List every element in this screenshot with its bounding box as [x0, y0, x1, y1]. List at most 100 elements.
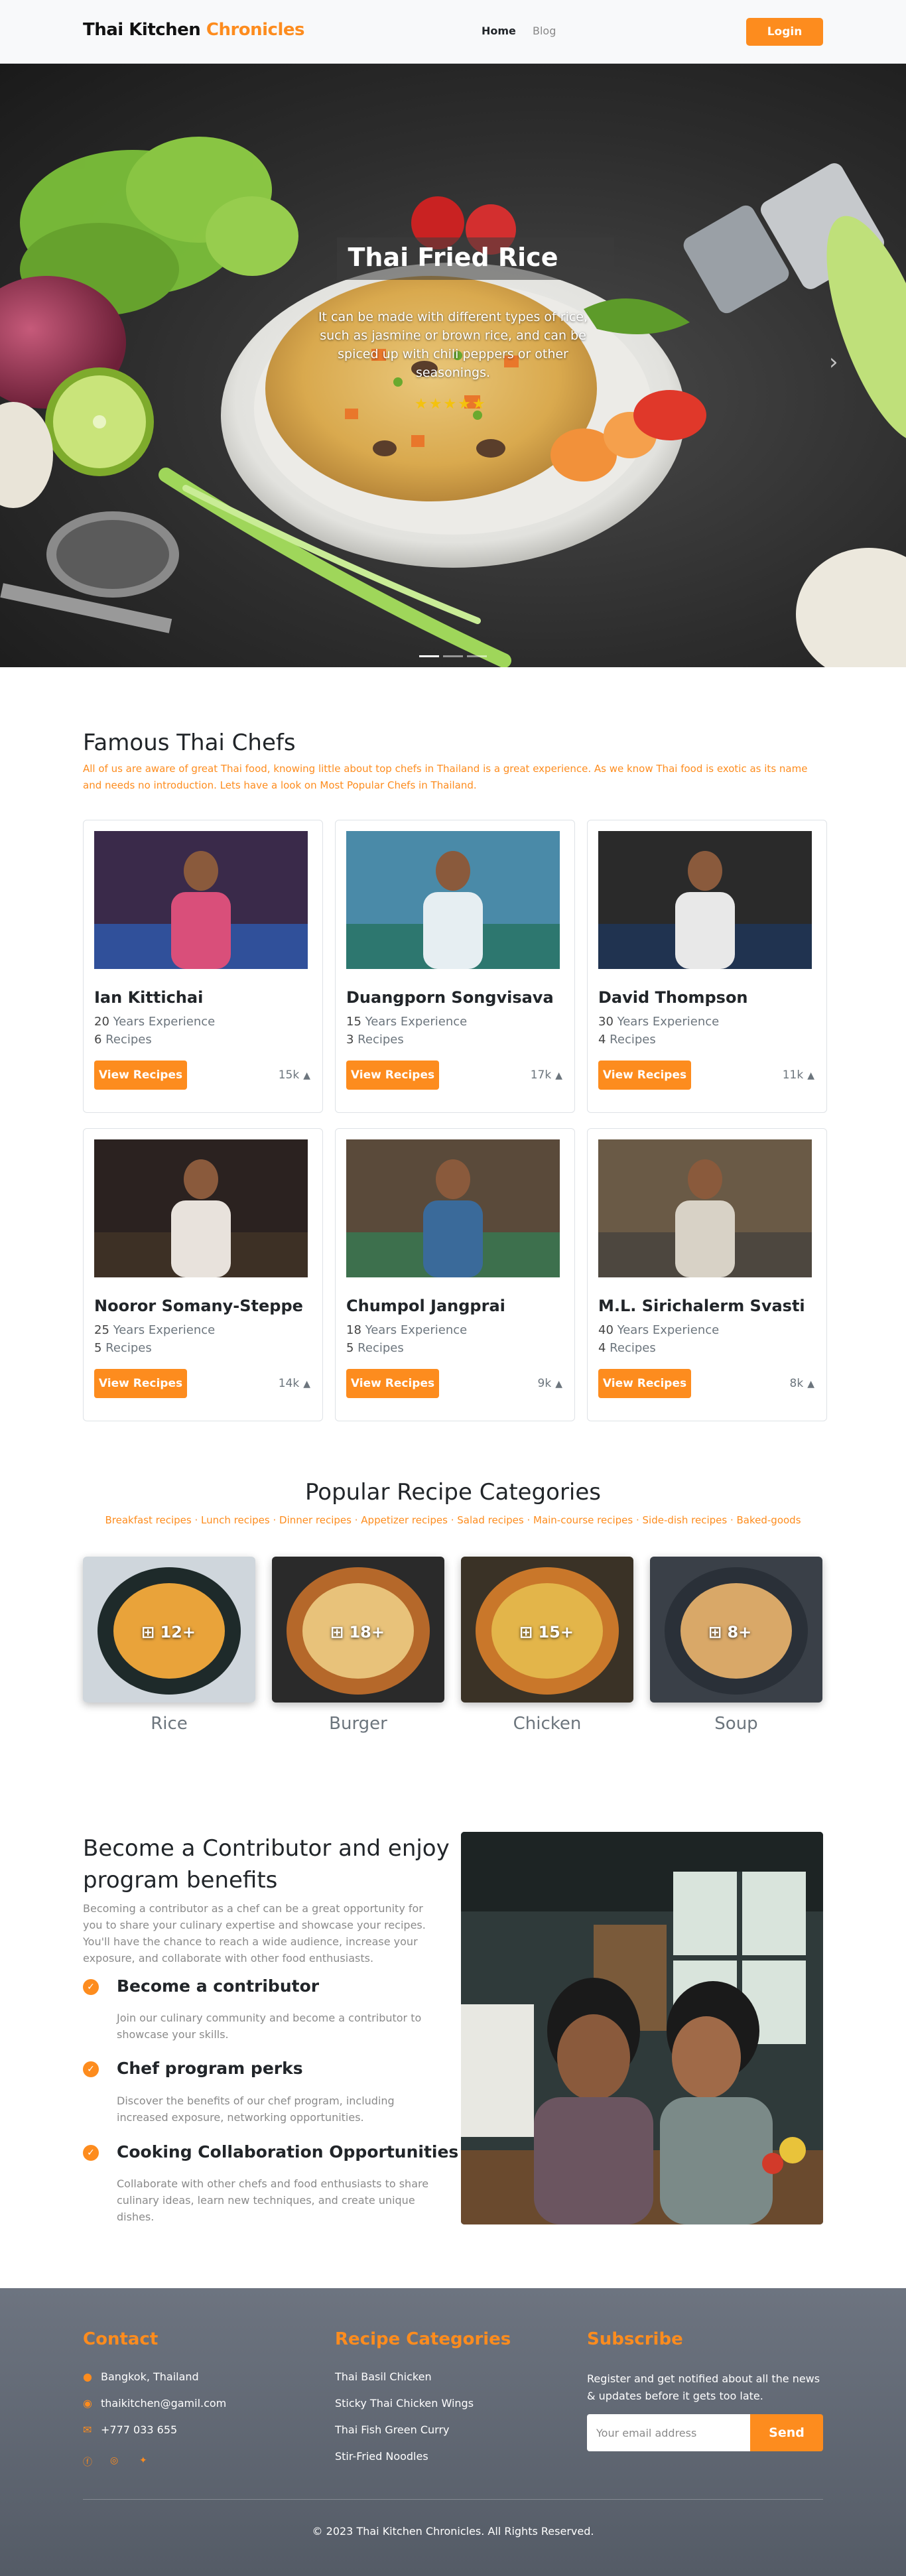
chef-recipe-count: 4: [598, 1341, 606, 1355]
chef-card: Nooror Somany-Steppe 25 Years Experience 5…: [83, 1128, 323, 1421]
chef-likes[interactable]: 17k ▲: [531, 1068, 562, 1082]
view-recipes-button[interactable]: View Recipes: [598, 1061, 691, 1090]
chef-likes[interactable]: 8k ▲: [790, 1377, 814, 1390]
years-suffix: Years Experience: [613, 1323, 720, 1337]
category-link[interactable]: Dinner recipes: [279, 1514, 352, 1526]
facebook-icon[interactable]: ⓕ: [83, 2455, 92, 2469]
chevron-right-icon[interactable]: ›: [829, 349, 838, 375]
check-circle-icon: ✓: [83, 2145, 99, 2161]
footer-phone[interactable]: +777 033 655: [101, 2423, 177, 2436]
category-name[interactable]: Chicken: [461, 1714, 633, 1734]
category-link[interactable]: Appetizer recipes: [361, 1514, 448, 1526]
category-name[interactable]: Rice: [83, 1714, 255, 1734]
category-card[interactable]: ⊞ 12+: [83, 1557, 255, 1703]
chef-experience: 40 Years Experience: [598, 1323, 719, 1337]
chef-recipe-count: 6: [94, 1033, 102, 1047]
years-suffix: Years Experience: [109, 1015, 216, 1029]
view-recipes-button[interactable]: View Recipes: [346, 1369, 439, 1398]
category-link[interactable]: Side-dish recipes: [643, 1514, 728, 1526]
category-card[interactable]: ⊞ 18+: [272, 1557, 444, 1703]
carousel-indicator-1[interactable]: [419, 655, 439, 657]
category-link[interactable]: Lunch recipes: [201, 1514, 270, 1526]
view-recipes-button[interactable]: View Recipes: [94, 1061, 187, 1090]
chef-experience: 15 Years Experience: [346, 1015, 467, 1029]
chef-recipe-count: 5: [94, 1341, 102, 1355]
chef-like-count: 17k: [530, 1068, 552, 1082]
carousel-indicator-2[interactable]: [443, 655, 463, 657]
benefit-description: Discover the benefits of our chef progra…: [117, 2094, 395, 2124]
category-card[interactable]: ⊞ 15+: [461, 1557, 633, 1703]
chef-photo: [598, 831, 812, 969]
brand-logo[interactable]: Thai Kitchen Chronicles: [83, 20, 305, 40]
category-name[interactable]: Soup: [650, 1714, 822, 1734]
thumbs-up-icon: ▲: [555, 1070, 562, 1081]
category-name[interactable]: Burger: [272, 1714, 444, 1734]
chef-likes[interactable]: 14k ▲: [279, 1377, 310, 1390]
category-link[interactable]: Breakfast recipes: [105, 1514, 191, 1526]
carousel-indicator-3[interactable]: [467, 655, 487, 657]
chef-recipes: 3 Recipes: [346, 1033, 404, 1047]
recipes-suffix: Recipes: [101, 1341, 152, 1355]
grid-icon: ⊞: [519, 1623, 539, 1642]
twitter-icon[interactable]: ✦: [139, 2455, 147, 2466]
carousel-indicators: [419, 647, 491, 660]
chef-years: 20: [94, 1015, 109, 1029]
contributor-photo: [461, 1832, 823, 2224]
category-count: 12+: [160, 1623, 196, 1642]
view-recipes-button[interactable]: View Recipes: [346, 1061, 439, 1090]
chef-card: Ian Kittichai 20 Years Experience 6 Recipe…: [83, 820, 323, 1113]
view-recipes-button[interactable]: View Recipes: [598, 1369, 691, 1398]
chef-experience: 30 Years Experience: [598, 1015, 719, 1029]
grid-icon: ⊞: [708, 1623, 728, 1642]
check-circle-icon: ✓: [83, 1979, 99, 1995]
chef-likes[interactable]: 11k ▲: [783, 1068, 814, 1082]
thumbs-up-icon: ▲: [303, 1070, 310, 1081]
category-link[interactable]: Main-course recipes: [533, 1514, 633, 1526]
chef-photo: [346, 1139, 560, 1277]
chef-likes[interactable]: 9k ▲: [538, 1377, 562, 1390]
chef-photo: [598, 1139, 812, 1277]
footer-category-link[interactable]: Thai Fish Green Curry: [335, 2423, 450, 2436]
chef-name: Chumpol Jangprai: [346, 1297, 505, 1315]
chef-name: David Thompson: [598, 988, 748, 1007]
nav-link-home[interactable]: Home: [482, 25, 516, 37]
chef-recipe-count: 4: [598, 1033, 606, 1047]
footer-categories-title: Recipe Categories: [335, 2329, 511, 2349]
benefit-title: Become a contributor: [117, 1976, 320, 1996]
category-links: Breakfast recipes · Lunch recipes · Dinn…: [83, 1514, 823, 1526]
login-button[interactable]: Login: [746, 18, 823, 46]
chef-likes[interactable]: 15k ▲: [279, 1068, 310, 1082]
subscribe-send-button[interactable]: Send: [750, 2414, 823, 2451]
category-link-separator: ·: [191, 1514, 202, 1526]
years-suffix: Years Experience: [361, 1015, 468, 1029]
footer-email[interactable]: thaikitchen@gamil.com: [101, 2397, 226, 2410]
footer-category-link[interactable]: Sticky Thai Chicken Wings: [335, 2397, 474, 2410]
chef-photo: [94, 831, 308, 969]
category-link[interactable]: Baked-goods: [737, 1514, 801, 1526]
chef-like-count: 9k: [537, 1377, 552, 1390]
chef-name: Duangporn Songvisava: [346, 988, 554, 1007]
category-link-separator: ·: [523, 1514, 533, 1526]
footer-category-link[interactable]: Stir-Fried Noodles: [335, 2450, 428, 2463]
category-link[interactable]: Salad recipes: [457, 1514, 523, 1526]
instagram-icon[interactable]: ◎: [110, 2455, 118, 2466]
footer-category-link[interactable]: Thai Basil Chicken: [335, 2370, 432, 2383]
chef-card: Duangporn Songvisava 15 Years Experience 3…: [335, 820, 575, 1113]
view-recipes-button[interactable]: View Recipes: [94, 1369, 187, 1398]
chef-name: M.L. Sirichalerm Svasti: [598, 1297, 805, 1315]
chef-photo: [346, 831, 560, 969]
nav-link-blog[interactable]: Blog: [533, 25, 556, 37]
category-card[interactable]: ⊞ 8+: [650, 1557, 822, 1703]
chef-recipes: 5 Recipes: [94, 1341, 152, 1355]
years-suffix: Years Experience: [361, 1323, 468, 1337]
chef-recipes: 4 Recipes: [598, 1341, 656, 1355]
subscribe-text: Register and get notified about all the …: [587, 2372, 820, 2402]
categories-section-title: Popular Recipe Categories: [304, 1479, 602, 1506]
years-suffix: Years Experience: [109, 1323, 216, 1337]
subscribe-email-input[interactable]: [587, 2414, 750, 2451]
category-count-badge: ⊞ 18+: [330, 1623, 385, 1642]
category-link-separator: ·: [727, 1514, 737, 1526]
hero-description: It can be made with different types of r…: [318, 310, 588, 380]
chef-card: M.L. Sirichalerm Svasti 40 Years Experien…: [587, 1128, 827, 1421]
thumbs-up-icon: ▲: [555, 1379, 562, 1389]
